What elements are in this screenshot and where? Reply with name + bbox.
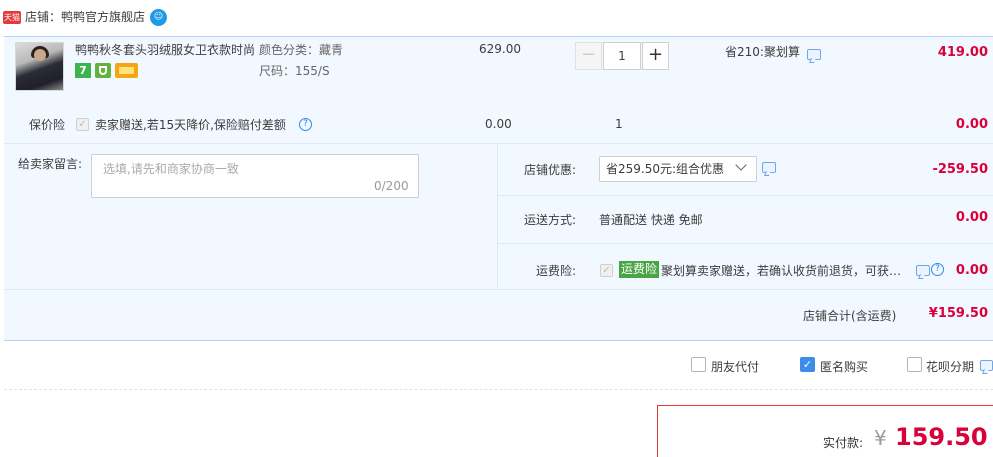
insurance-price: 0.00 <box>485 117 512 131</box>
price-protection-label: 保价险 <box>29 118 66 132</box>
payment-label: 实付款: <box>823 436 864 450</box>
wangwang-chat-icon[interactable]: ☺ <box>150 9 167 26</box>
message-char-count: 0/200 <box>374 179 409 193</box>
insurance-qty: 1 <box>615 117 623 131</box>
shipping-method: 普通配送 快递 免邮 <box>599 213 703 227</box>
anonymous-label[interactable]: 匿名购买 <box>820 358 868 375</box>
item-subtotal: 419.00 <box>937 45 988 60</box>
row-divider <box>497 195 993 196</box>
store-total-amount: ¥159.50 <box>928 306 988 321</box>
shipping-amount: 0.00 <box>955 210 988 225</box>
freight-insurance-checkbox: ✓ <box>600 264 613 277</box>
row-divider <box>497 243 993 244</box>
freight-insurance-tag: 运费险 <box>619 261 660 278</box>
unit-price: 629.00 <box>479 42 521 56</box>
payment-amount: 159.50 <box>895 423 988 451</box>
tmall-logo: 天猫 <box>3 11 21 24</box>
help-icon[interactable]: ? <box>299 118 312 131</box>
freight-insurance-amount: 0.00 <box>955 263 988 278</box>
friend-pay-label[interactable]: 朋友代付 <box>711 358 759 375</box>
sku-size: 尺码：155/S <box>259 64 330 78</box>
price-protection-text: 卖家赠送,若15天降价,保险赔付差额 <box>95 118 286 132</box>
quantity-decrease-button[interactable]: − <box>575 42 602 70</box>
store-name[interactable]: 店铺：鸭鸭官方旗舰店 <box>25 9 145 26</box>
section-divider <box>4 143 993 144</box>
message-placeholder: 选填,请先和商家协商一致 <box>103 162 239 176</box>
shield-guarantee-icon[interactable] <box>95 63 111 78</box>
comment-icon[interactable] <box>762 162 776 173</box>
price-protection-checkbox: ✓ <box>76 118 89 131</box>
credit-card-icon[interactable] <box>115 63 138 78</box>
huabei-checkbox[interactable] <box>907 357 922 372</box>
quantity-input[interactable] <box>603 42 641 70</box>
freight-insurance-text: 聚划算卖家赠送，若确认收货前退货，可获… <box>661 264 902 278</box>
row-divider <box>4 289 993 290</box>
column-divider <box>497 143 498 289</box>
store-total-label: 店铺合计(含运费) <box>803 309 897 323</box>
quantity-increase-button[interactable]: + <box>642 42 669 70</box>
insurance-amount: 0.00 <box>955 117 988 132</box>
huabei-label[interactable]: 花呗分期 <box>926 358 974 375</box>
promo-text: 省210:聚划算 <box>725 45 800 59</box>
product-title[interactable]: 鸭鸭秋冬套头羽绒服女卫衣款时尚 <box>75 42 257 58</box>
store-discount-select[interactable]: 省259.50元:组合优惠 <box>599 156 757 182</box>
divider-line <box>4 389 993 390</box>
sku-color: 颜色分类：藏青 <box>259 43 344 57</box>
anonymous-checkbox[interactable]: ✓ <box>800 357 815 372</box>
seven-day-return-icon[interactable]: 7 <box>75 63 91 78</box>
comment-icon[interactable] <box>807 49 821 60</box>
message-label: 给卖家留言: <box>18 157 83 171</box>
shipping-label: 运送方式: <box>523 213 576 227</box>
friend-pay-checkbox[interactable] <box>691 357 706 372</box>
store-discount-label: 店铺优惠: <box>523 163 576 177</box>
currency-symbol: ¥ <box>874 426 887 450</box>
product-thumbnail[interactable] <box>15 42 64 91</box>
freight-insurance-label: 运费险: <box>535 264 576 278</box>
store-discount-amount: -259.50 <box>932 162 988 177</box>
comment-icon[interactable] <box>980 360 993 371</box>
